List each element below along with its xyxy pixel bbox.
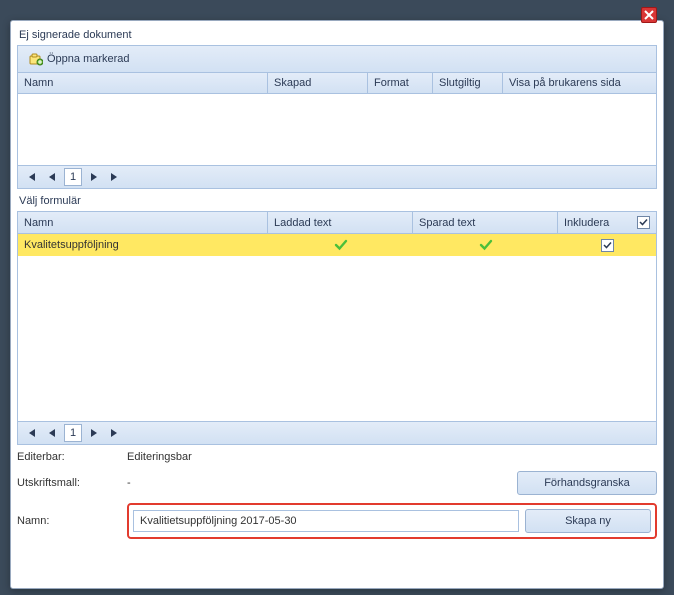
pager-next-button[interactable] bbox=[85, 424, 103, 442]
last-icon bbox=[109, 428, 121, 438]
pager-first-button[interactable] bbox=[22, 424, 40, 442]
col-form-name[interactable]: Namn bbox=[18, 212, 268, 233]
pager-page[interactable]: 1 bbox=[64, 168, 82, 186]
col-format[interactable]: Format bbox=[368, 73, 433, 93]
bottom-pager: 1 bbox=[17, 422, 657, 445]
first-icon bbox=[25, 428, 37, 438]
print-template-value: - bbox=[127, 477, 517, 489]
create-new-button[interactable]: Skapa ny bbox=[525, 509, 651, 533]
unsigned-documents-title: Ej signerade dokument bbox=[17, 27, 657, 45]
bottom-grid-body: Kvalitetsuppföljning bbox=[17, 234, 657, 422]
select-form-title: Välj formulär bbox=[17, 193, 657, 211]
pager-prev-button[interactable] bbox=[43, 424, 61, 442]
check-icon bbox=[603, 241, 612, 250]
row-include bbox=[558, 234, 656, 256]
prev-icon bbox=[48, 428, 56, 438]
last-icon bbox=[109, 172, 121, 182]
row-name: Kvalitetsuppföljning bbox=[18, 234, 268, 256]
next-icon bbox=[90, 172, 98, 182]
pager-page[interactable]: 1 bbox=[64, 424, 82, 442]
check-icon bbox=[479, 239, 493, 251]
top-grid-headers: Namn Skapad Format Slutgiltig Visa på br… bbox=[17, 73, 657, 94]
pager-last-button[interactable] bbox=[106, 168, 124, 186]
col-show-user-page[interactable]: Visa på brukarens sida bbox=[503, 73, 656, 93]
include-all-checkbox[interactable] bbox=[637, 216, 650, 229]
top-grid-body bbox=[17, 94, 657, 166]
bottom-grid-headers: Namn Laddad text Sparad text Inkludera bbox=[17, 211, 657, 234]
col-include[interactable]: Inkludera bbox=[558, 212, 656, 233]
open-icon bbox=[29, 52, 43, 66]
editable-value: Editeringsbar bbox=[127, 451, 517, 463]
editable-label: Editerbar: bbox=[17, 451, 127, 463]
row-saved bbox=[413, 234, 558, 256]
close-icon bbox=[644, 10, 654, 20]
col-name[interactable]: Namn bbox=[18, 73, 268, 93]
first-icon bbox=[25, 172, 37, 182]
footer: Editerbar: Editeringsbar Utskriftsmall: … bbox=[17, 451, 657, 539]
check-icon bbox=[334, 239, 348, 251]
include-checkbox[interactable] bbox=[601, 239, 614, 252]
col-saved-text[interactable]: Sparad text bbox=[413, 212, 558, 233]
name-label: Namn: bbox=[17, 515, 127, 527]
pager-first-button[interactable] bbox=[22, 168, 40, 186]
row-loaded bbox=[268, 234, 413, 256]
preview-button[interactable]: Förhandsgranska bbox=[517, 471, 657, 495]
col-loaded-text[interactable]: Laddad text bbox=[268, 212, 413, 233]
prev-icon bbox=[48, 172, 56, 182]
top-toolbar: Öppna markerad bbox=[17, 45, 657, 73]
pager-prev-button[interactable] bbox=[43, 168, 61, 186]
open-marked-button[interactable]: Öppna markerad bbox=[22, 49, 137, 69]
col-include-label: Inkludera bbox=[564, 217, 609, 229]
create-highlight: Skapa ny bbox=[127, 503, 657, 539]
next-icon bbox=[90, 428, 98, 438]
close-button[interactable] bbox=[641, 7, 657, 23]
dialog: Ej signerade dokument Öppna markerad Nam… bbox=[10, 20, 664, 589]
pager-next-button[interactable] bbox=[85, 168, 103, 186]
check-icon bbox=[639, 218, 648, 227]
pager-last-button[interactable] bbox=[106, 424, 124, 442]
top-pager: 1 bbox=[17, 166, 657, 189]
col-final[interactable]: Slutgiltig bbox=[433, 73, 503, 93]
open-marked-label: Öppna markerad bbox=[47, 53, 130, 65]
table-row[interactable]: Kvalitetsuppföljning bbox=[18, 234, 656, 256]
name-input[interactable] bbox=[133, 510, 519, 532]
col-created[interactable]: Skapad bbox=[268, 73, 368, 93]
print-template-label: Utskriftsmall: bbox=[17, 477, 127, 489]
